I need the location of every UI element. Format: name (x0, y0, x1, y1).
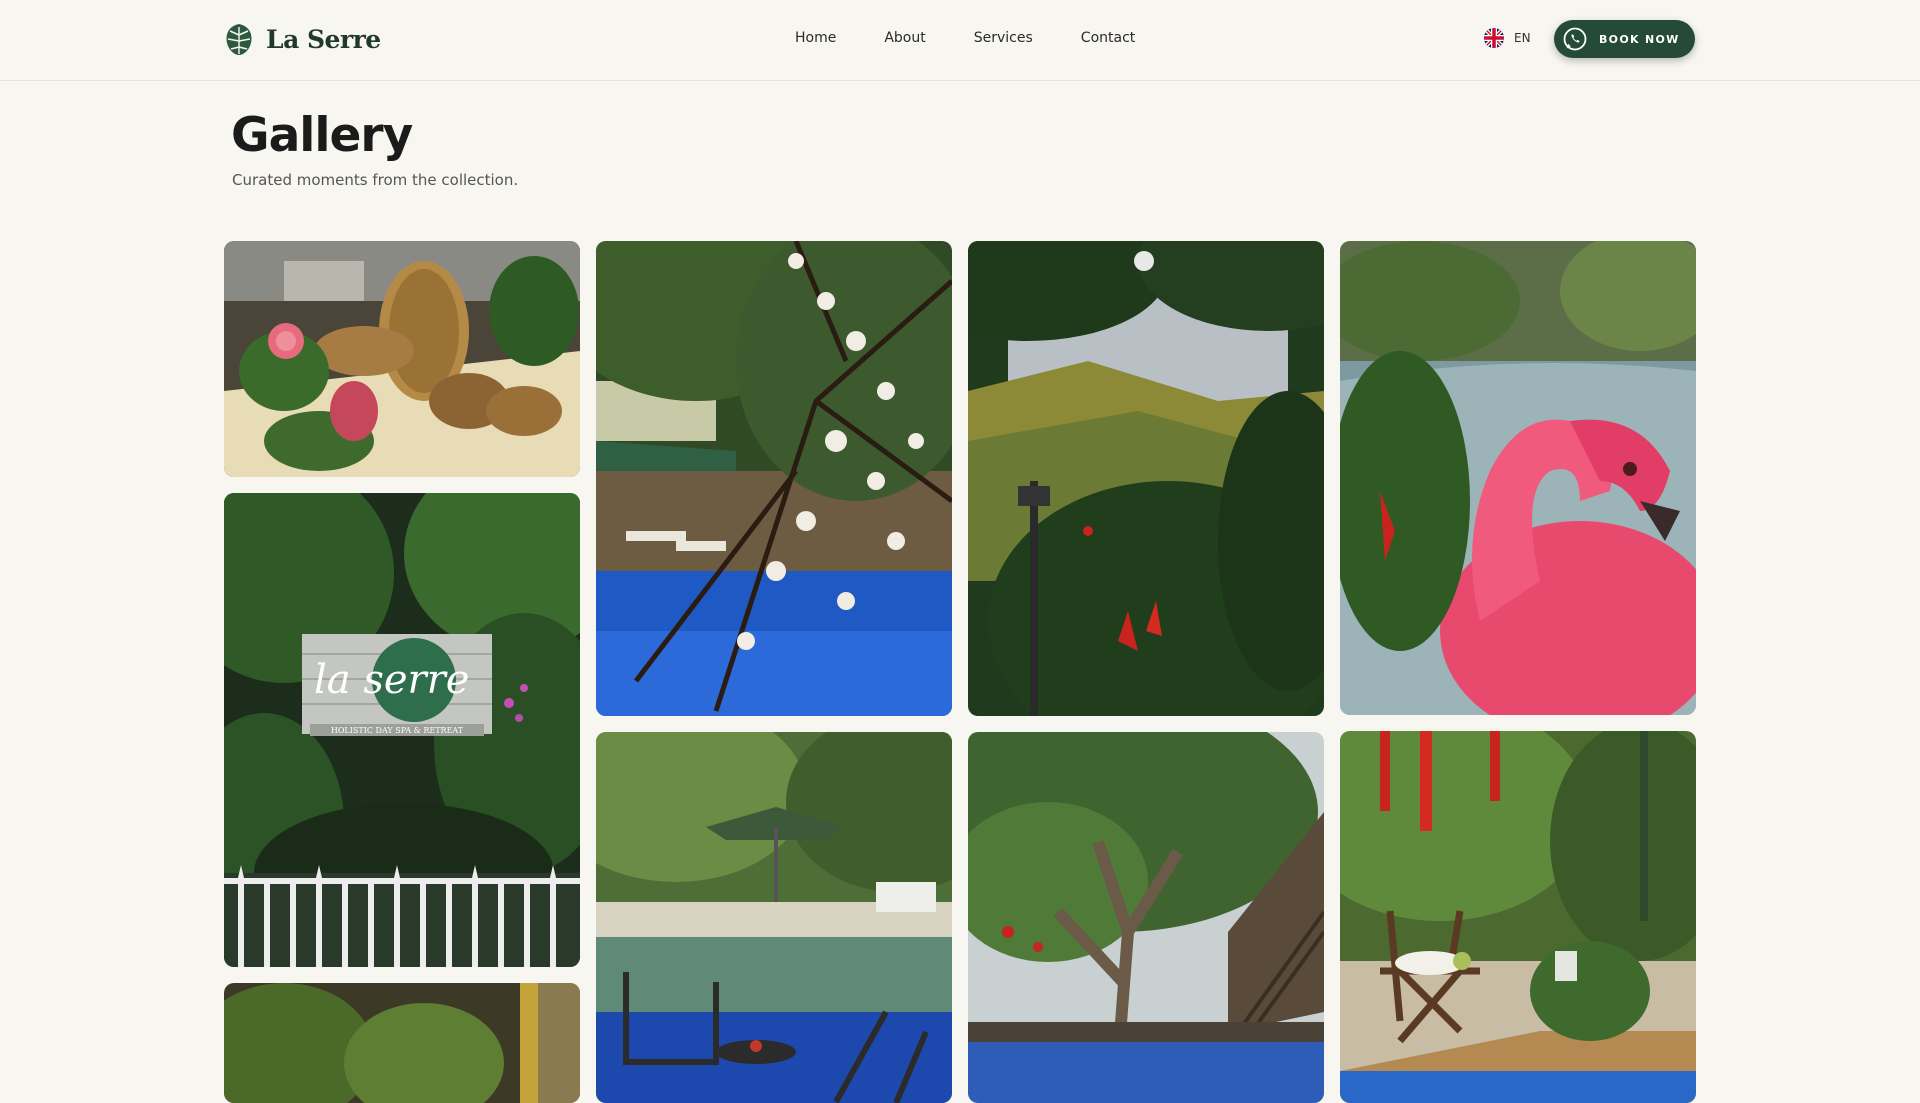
nav-item-contact[interactable]: Contact (1081, 30, 1135, 46)
page-subtitle: Curated moments from the collection. (232, 171, 519, 189)
nav-item-services[interactable]: Services (974, 30, 1033, 46)
book-now-label: BOOK NOW (1599, 32, 1680, 46)
monstera-leaf-icon (226, 24, 252, 55)
gallery-photo-garden-chair[interactable] (1340, 731, 1696, 1103)
page-title: Gallery (231, 108, 413, 163)
book-now-button[interactable]: BOOK NOW (1554, 20, 1695, 58)
nav-item-home[interactable]: Home (795, 30, 836, 46)
uk-flag-icon (1484, 28, 1504, 48)
whatsapp-icon (1563, 27, 1587, 51)
main-nav: Home About Services Contact (795, 30, 1135, 46)
gallery-photo-blossom-pool[interactable] (596, 241, 952, 716)
site-header: La Serre Home About Services Contact EN … (0, 0, 1920, 81)
gallery-photo-poolside-chairs[interactable] (596, 732, 952, 1103)
nav-item-about[interactable]: About (884, 30, 925, 46)
language-selector[interactable]: EN (1484, 28, 1531, 48)
brand-logo[interactable]: La Serre (224, 22, 381, 56)
gallery-photo-flamingo-float[interactable] (1340, 241, 1696, 715)
gallery-photo-tree-pool[interactable] (968, 732, 1324, 1103)
gallery-photo-baskets[interactable] (224, 241, 580, 477)
sign-script-text: la serre (314, 657, 469, 703)
brand-name: La Serre (266, 24, 381, 54)
sign-tagline-text: HOLISTIC DAY SPA & RETREAT (331, 726, 464, 735)
gallery-photo-plants[interactable] (224, 983, 580, 1103)
language-code: EN (1514, 31, 1531, 45)
gallery-photo-spa-sign[interactable]: la serre HOLISTIC DAY SPA & RETREAT (224, 493, 580, 967)
gallery-photo-mountain-view[interactable] (968, 241, 1324, 716)
